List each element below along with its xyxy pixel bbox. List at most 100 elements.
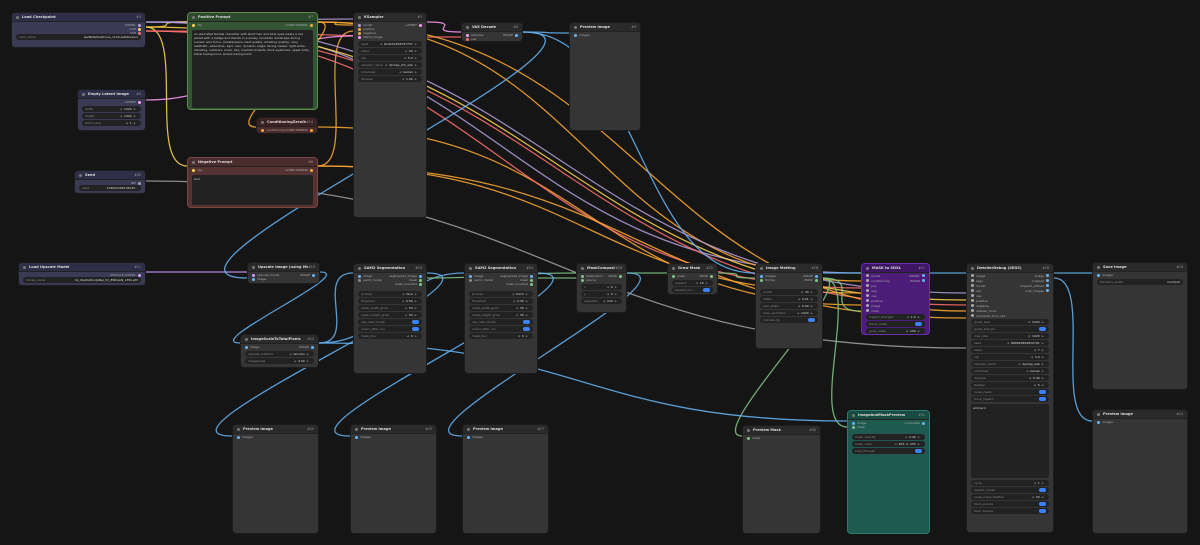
node-sam2-segmentation-face[interactable]: SAM2 Segmentation #15 image segmented_imag…	[353, 263, 427, 374]
increment-arrow-icon[interactable]: ▶	[918, 442, 920, 446]
node-load-checkpoint[interactable]: Load Checkpoint #4 MODEL CLIP VAE ckpt_na…	[11, 12, 146, 48]
port-row[interactable]: scheduler_func_opt	[967, 313, 1053, 318]
decrement-arrow-icon[interactable]: ◀	[512, 292, 514, 296]
decrement-arrow-icon[interactable]: ◀	[402, 292, 404, 296]
increment-arrow-icon[interactable]: ▶	[615, 299, 617, 303]
increment-arrow-icon[interactable]: ▶	[918, 435, 920, 439]
invert-after-run-widget[interactable]: invert_after_run	[469, 326, 533, 332]
node-header[interactable]: Grow Mask #22	[668, 264, 717, 273]
inpaint-model-widget[interactable]: inpaint_model	[971, 487, 1049, 493]
decrement-arrow-icon[interactable]: ◀	[402, 299, 404, 303]
increment-arrow-icon[interactable]: ▶	[811, 311, 813, 315]
use-ratio-mode-widget[interactable]: use_ratio_mode	[358, 319, 422, 325]
dilate-widget[interactable]: dilate ◀ 0.01 ▶	[760, 296, 818, 302]
input-images[interactable]: images	[463, 434, 548, 440]
steps-widget[interactable]: steps ◀ 20 ▶	[358, 48, 422, 54]
input-mask[interactable]: mask	[743, 435, 820, 441]
output-latent[interactable]: LATENT	[78, 99, 145, 105]
output-vae[interactable]: VAE	[12, 30, 145, 36]
x-widget[interactable]: x ◀ 0 ▶	[581, 284, 622, 290]
node-header[interactable]: ImageScaleToTotalPixels #12	[241, 335, 318, 344]
increment-arrow-icon[interactable]: ▶	[134, 107, 136, 111]
input-images[interactable]: images	[570, 32, 640, 38]
node-header[interactable]: Preview Image #20	[233, 425, 318, 434]
increment-arrow-icon[interactable]: ▶	[307, 352, 309, 356]
invert-after-run-widget[interactable]: invert_after_run	[358, 326, 422, 332]
prompt-widget[interactable]: prompt ◀ face ▶	[358, 291, 422, 297]
decrement-arrow-icon[interactable]: ◀	[907, 315, 909, 319]
guide-size-widget[interactable]: guide_size ◀ 1024 ▶	[971, 319, 1049, 325]
tiled-decode-widget[interactable]: tiled_decode	[971, 508, 1049, 514]
decrement-arrow-icon[interactable]: ◀	[894, 442, 896, 446]
denoise-widget[interactable]: denoise ◀ 1.00 ▶	[358, 76, 422, 82]
mask-blur-widget[interactable]: mask_blur ◀ 0 ▶	[358, 333, 422, 339]
node-preview-image-right[interactable]: Preview Image #10 images	[1092, 409, 1188, 534]
toggle-switch[interactable]	[915, 449, 922, 453]
node-negative-prompt[interactable]: Negative Prompt #6 clip CONDITIONING bad	[187, 157, 318, 208]
decrement-arrow-icon[interactable]: ◀	[905, 435, 907, 439]
cfg-widget[interactable]: cfg ◀ 3.0 ▶	[971, 354, 1049, 360]
toggle-switch[interactable]	[1039, 502, 1046, 506]
decrement-arrow-icon[interactable]: ◀	[513, 299, 515, 303]
node-header[interactable]: ImageAndMaskPreview #31	[848, 411, 929, 420]
toggle-switch[interactable]	[808, 318, 815, 322]
node-grow-mask[interactable]: Grow Mask #22 mask MASK expand ◀ 10 ▶ tapered_…	[667, 263, 718, 295]
node-header[interactable]: MASK to SDXL #21	[862, 264, 929, 273]
cycle-widget[interactable]: cycle ◀ 1 ▶	[971, 480, 1049, 486]
increment-arrow-icon[interactable]: ▶	[706, 281, 708, 285]
increment-arrow-icon[interactable]: ▶	[134, 114, 136, 118]
decrement-arrow-icon[interactable]: ◀	[404, 56, 406, 60]
increment-arrow-icon[interactable]: ▶	[526, 292, 528, 296]
guide-size-for-widget[interactable]: guide_size_for	[971, 326, 1049, 332]
node-image-and-mask-preview[interactable]: ImageAndMaskPreview #31 image composite ma…	[847, 410, 930, 534]
inpaint-strength-widget[interactable]: inpaint_strength ◀ 1.0 ▶	[866, 314, 925, 320]
node-header[interactable]: Load Upscale Model #11	[19, 263, 145, 272]
increment-arrow-icon[interactable]: ▶	[415, 77, 417, 81]
increment-arrow-icon[interactable]: ▶	[1042, 481, 1044, 485]
decrement-arrow-icon[interactable]: ◀	[294, 359, 296, 363]
output-mask-inverted[interactable]: mask_inverted	[354, 281, 426, 287]
node-seed[interactable]: Seed #45 INT seed 218922286136225...	[74, 170, 146, 194]
increment-arrow-icon[interactable]: ▶	[918, 329, 920, 333]
threshold-widget[interactable]: threshold ◀ 0.50 ▶	[358, 298, 422, 304]
node-header[interactable]: Preview Mask #30	[743, 426, 820, 435]
increment-arrow-icon[interactable]: ▶	[526, 313, 528, 317]
node-conditioning-zero-out[interactable]: ConditioningZeroOut #14 conditioning CONDI…	[256, 117, 318, 134]
use-ratio-mode-widget[interactable]: use_ratio_mode	[469, 319, 533, 325]
increment-arrow-icon[interactable]: ▶	[526, 299, 528, 303]
node-header[interactable]: Empty Latent Image #5	[78, 90, 145, 99]
decrement-arrow-icon[interactable]: ◀	[603, 299, 605, 303]
increment-arrow-icon[interactable]: ▶	[415, 42, 417, 46]
decrement-arrow-icon[interactable]: ◀	[1029, 376, 1031, 380]
node-preview-mask[interactable]: Preview Mask #30 mask	[742, 425, 821, 534]
max-resolution-widget[interactable]: max_resolution ◀ 1024 ▶	[760, 310, 818, 316]
sam-steps-widget[interactable]: sam_steps ◀ 0.99 ▶	[760, 303, 818, 309]
increment-arrow-icon[interactable]: ▶	[1042, 495, 1044, 499]
input-vae[interactable]: vae	[462, 36, 522, 41]
decrement-arrow-icon[interactable]: ◀	[385, 63, 387, 67]
sampler-name-widget[interactable]: sampler_name ◀ dpmpp_2m_sde ▶	[358, 62, 422, 68]
toggle-switch[interactable]	[1039, 327, 1046, 331]
increment-arrow-icon[interactable]: ▶	[415, 63, 417, 67]
increment-arrow-icon[interactable]: ▶	[1042, 383, 1044, 387]
decrement-arrow-icon[interactable]: ◀	[798, 297, 800, 301]
node-header[interactable]: MaskComposite#26	[577, 264, 626, 273]
increment-arrow-icon[interactable]: ▶	[1042, 369, 1044, 373]
toggle-switch[interactable]	[523, 320, 530, 324]
input-images[interactable]: images	[1093, 419, 1187, 425]
prompt-textarea[interactable]: an animated female character with short …	[192, 30, 313, 108]
increment-arrow-icon[interactable]: ▶	[415, 49, 417, 53]
decrement-arrow-icon[interactable]: ◀	[797, 311, 799, 315]
decrement-arrow-icon[interactable]: ◀	[1032, 495, 1034, 499]
decrement-arrow-icon[interactable]: ◀	[1007, 341, 1009, 345]
input-image[interactable]: image IMAGE	[241, 344, 318, 350]
input-image[interactable]: image	[248, 276, 319, 282]
increment-arrow-icon[interactable]: ▶	[615, 292, 617, 296]
batch-size-widget[interactable]: batch_size ◀ 1 ▶	[82, 120, 141, 126]
node-load-upscale-model[interactable]: Load Upscale Model #11 UPSCALE_MODEL mode…	[18, 262, 146, 286]
decrement-arrow-icon[interactable]: ◀	[120, 107, 122, 111]
node-header[interactable]: VAE Decode #8	[462, 23, 522, 32]
decrement-arrow-icon[interactable]: ◀	[517, 334, 519, 338]
erode-widget[interactable]: erode ◀ 30 ▶	[760, 289, 818, 295]
node-header[interactable]: Image Matting #16	[756, 264, 822, 273]
